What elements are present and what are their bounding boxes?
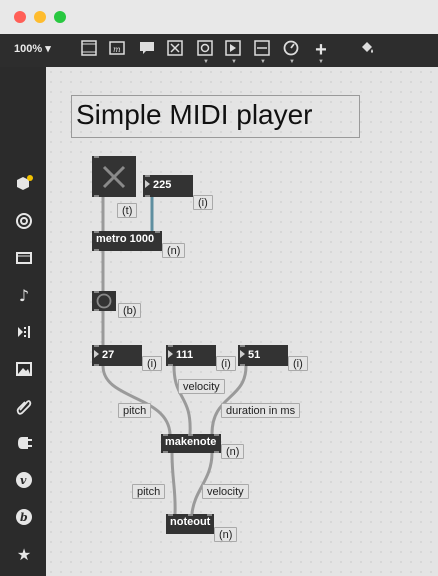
number-triangle-icon — [94, 350, 99, 358]
bang-circle-icon — [96, 293, 112, 309]
target-icon[interactable] — [13, 211, 35, 233]
minimize-window-button[interactable] — [34, 11, 46, 23]
audio-steps-icon[interactable] — [13, 322, 35, 344]
svg-text:b: b — [20, 511, 28, 524]
bang-object[interactable] — [92, 291, 116, 311]
velocity-hint2-label: velocity — [202, 484, 249, 499]
tempo-arg-label: (i) — [193, 195, 213, 210]
makenote-text: makenote — [165, 436, 217, 448]
image-icon[interactable] — [13, 359, 35, 381]
duration-arg-label: (i) — [288, 356, 308, 371]
slider-object-icon[interactable] — [251, 39, 273, 61]
packages-icon[interactable] — [13, 174, 35, 196]
duration-value: 51 — [248, 349, 261, 361]
left-sidebar: ♪ v b ★ — [0, 67, 46, 576]
v-icon[interactable]: v — [13, 470, 35, 492]
velocity-arg-label: (i) — [216, 356, 236, 371]
pitch-hint2-label: pitch — [132, 484, 166, 499]
paperclip-icon[interactable] — [13, 396, 35, 418]
pitch-value: 27 — [102, 349, 115, 361]
tempo-value: 225 — [153, 179, 172, 191]
noteout-text: noteout — [170, 516, 211, 528]
pitch-hint-label: pitch — [118, 403, 152, 418]
makenote-object[interactable]: makenote — [161, 434, 221, 453]
noteout-arg-label: (n) — [214, 527, 238, 542]
patch-title: Simple MIDI player — [76, 99, 313, 130]
duration-hint-label: duration in ms — [221, 403, 301, 418]
window-titlebar — [0, 0, 438, 35]
velocity-hint-label: velocity — [178, 379, 225, 394]
paint-bucket-icon[interactable] — [356, 39, 378, 61]
toggle-x-icon — [102, 165, 126, 189]
number-triangle-icon — [168, 350, 173, 358]
message-object-icon[interactable]: m — [106, 39, 128, 61]
video-icon[interactable] — [13, 248, 35, 270]
velocity-number-box[interactable]: 111 — [166, 345, 216, 366]
comment-icon[interactable] — [136, 39, 158, 61]
close-window-button[interactable] — [14, 11, 26, 23]
duration-number-box[interactable]: 51 — [238, 345, 288, 366]
number-triangle-icon — [145, 180, 150, 188]
presentation-icon[interactable] — [78, 39, 100, 61]
toggle-object[interactable] — [92, 156, 136, 197]
music-note-icon[interactable]: ♪ — [13, 285, 35, 307]
dial-object-icon[interactable] — [280, 39, 302, 61]
zoom-dropdown[interactable]: 100% ▾ — [14, 42, 51, 55]
zoom-window-button[interactable] — [54, 11, 66, 23]
pitch-number-box[interactable]: 27 — [92, 345, 142, 366]
toggle-arg-label: (t) — [117, 203, 138, 218]
makenote-arg-label: (n) — [221, 444, 245, 459]
toggle-object-icon[interactable] — [164, 39, 186, 61]
patch-title-comment[interactable]: Simple MIDI player — [71, 95, 360, 138]
patcher-toolbar: 100% ▾ m ▼ ▼ ▼ ▼ + ▼ — [0, 34, 438, 67]
velocity-value: 111 — [176, 349, 194, 361]
tempo-number-box[interactable]: 225 — [143, 175, 193, 197]
metro-text: metro 1000 — [96, 233, 155, 245]
number-triangle-icon — [240, 350, 245, 358]
number-object-icon[interactable] — [222, 39, 244, 61]
bang-object-icon[interactable] — [194, 39, 216, 61]
plug-icon[interactable] — [13, 433, 35, 455]
b-icon[interactable]: b — [13, 507, 35, 529]
metro-arg-label: (n) — [162, 243, 186, 258]
pitch-arg-label: (i) — [142, 356, 162, 371]
metro-object[interactable]: metro 1000 — [92, 231, 162, 251]
star-icon[interactable]: ★ — [13, 544, 35, 566]
svg-text:m: m — [113, 45, 121, 54]
svg-text:v: v — [20, 474, 27, 487]
add-object-icon[interactable]: + — [310, 39, 332, 61]
noteout-object[interactable]: noteout — [166, 514, 214, 534]
bang-arg-label: (b) — [118, 303, 142, 318]
